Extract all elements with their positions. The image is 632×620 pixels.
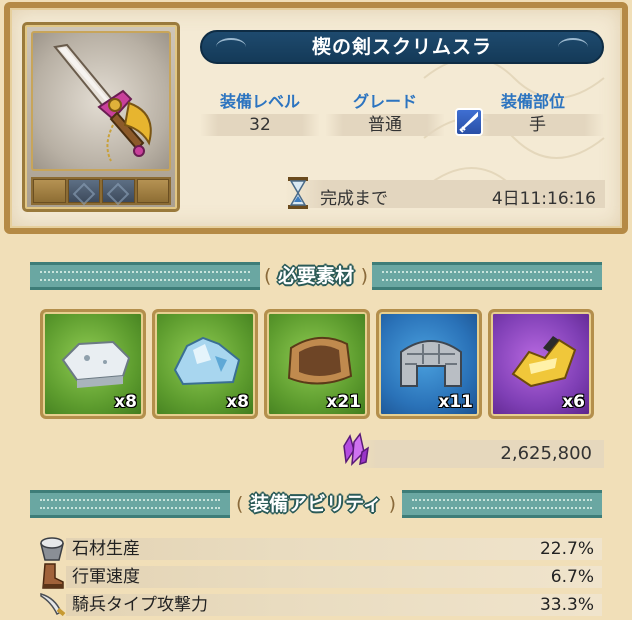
item-name-banner: 楔の剣スクリムスラ: [200, 30, 604, 64]
banner-ornament-right: [558, 38, 588, 56]
banner-ornament-left: [216, 38, 246, 56]
sword-icon: [53, 43, 152, 162]
sword-portrait: [31, 31, 171, 171]
item-portrait-frame[interactable]: [22, 22, 180, 212]
ability-row: 騎兵タイプ攻撃力 33.3%: [36, 592, 602, 620]
material-qty: x8: [114, 392, 137, 412]
empty-slot: [136, 179, 169, 203]
timer-value: 4日11:16:16: [491, 189, 596, 209]
grade-label: グレード: [352, 92, 417, 111]
boot-icon: [36, 562, 68, 592]
sword-icon: [455, 108, 483, 136]
material-item[interactable]: x8: [40, 309, 146, 419]
equip-slot-value: 手: [470, 114, 605, 136]
material-item[interactable]: x21: [264, 309, 370, 419]
empty-slot: [33, 179, 66, 203]
equip-level-label: 装備レベル: [219, 92, 300, 111]
equip-slot-label: 装備部位: [500, 92, 565, 111]
item-name: 楔の剣スクリムスラ: [311, 36, 492, 58]
gem-slot-2[interactable]: [102, 179, 135, 203]
abilities-title-text: 装備アビリティ: [250, 493, 382, 515]
header-bar-left: [30, 490, 230, 518]
hourglass-icon: [286, 176, 310, 210]
steel-plate-armor-icon: [400, 340, 462, 387]
gem-slot-bar: [31, 177, 171, 205]
header-bar-right: [402, 490, 602, 518]
stone-bucket-icon: [36, 534, 68, 564]
blue-crystal-ore-icon: [173, 336, 241, 386]
leather-hide-icon: [287, 337, 353, 385]
ability-value: 33.3%: [539, 595, 594, 615]
gold-ornament-icon: [511, 336, 577, 388]
material-item[interactable]: x11: [376, 309, 482, 419]
materials-list: x8 x8 x21 x11 x6: [40, 309, 596, 419]
cost-value: 2,625,800: [500, 443, 592, 464]
materials-title-text: 必要素材: [277, 265, 354, 287]
abilities-header: ( 装備アビリティ ): [30, 490, 602, 518]
ability-value: 22.7%: [539, 539, 594, 559]
cavalry-saber-icon: [36, 590, 68, 620]
ability-name: 騎兵タイプ攻撃力: [72, 595, 208, 615]
equip-level-value: 32: [200, 114, 320, 136]
material-qty: x11: [438, 392, 473, 412]
material-item[interactable]: x8: [152, 309, 258, 419]
white-stone-icon: [61, 340, 131, 388]
abilities-title: ( 装備アビリティ ): [236, 493, 396, 515]
ability-name: 石材生産: [72, 539, 140, 559]
gem-slot-1[interactable]: [67, 179, 100, 203]
materials-header: ( 必要素材 ): [30, 262, 602, 290]
material-qty: x6: [562, 392, 585, 412]
timer-label: 完成まで: [320, 189, 388, 209]
ability-value: 6.7%: [550, 567, 594, 587]
ability-row: 行軍速度 6.7%: [36, 562, 602, 592]
grade-value: 普通: [325, 114, 445, 136]
materials-title: ( 必要素材 ): [263, 265, 369, 287]
ability-name: 行軍速度: [72, 567, 140, 587]
material-item[interactable]: x6: [488, 309, 594, 419]
ability-row: 石材生産 22.7%: [36, 536, 602, 564]
purple-crystal-icon: [340, 432, 370, 468]
material-qty: x8: [226, 392, 249, 412]
material-qty: x21: [326, 392, 361, 412]
